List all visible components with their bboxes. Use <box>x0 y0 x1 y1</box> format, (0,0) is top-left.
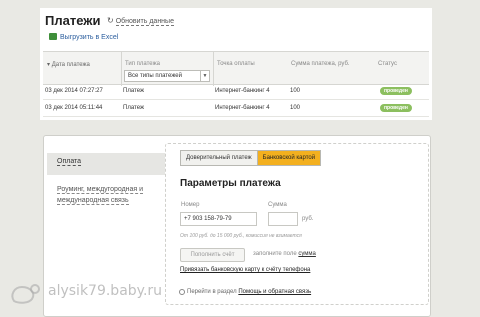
page-title: Платежи <box>45 13 101 28</box>
payment-tabs: Доверительный платеж Банковской картой <box>180 150 322 166</box>
help-link[interactable]: Помощь и обратная связь <box>238 289 311 295</box>
refresh-link[interactable]: ↻ Обновить данные <box>107 16 174 26</box>
column-header-type: Тип платежа <box>125 61 160 67</box>
payment-sidebar: Оплата Роуминг, междугородная и междунар… <box>47 149 166 299</box>
help-icon <box>179 289 185 295</box>
status-badge: проведен <box>380 87 412 95</box>
sum-field[interactable] <box>268 212 298 226</box>
payment-type-select[interactable]: Все типы платежей ▼ <box>124 70 210 82</box>
status-badge: проведен <box>380 104 412 112</box>
column-header-status: Статус <box>378 61 397 67</box>
table-header: ▾ Дата платежа Тип платежа Все типы плат… <box>43 51 429 86</box>
payments-section: Платежи ↻ Обновить данные Выгрузить в Exc… <box>40 8 432 120</box>
sidebar-item-roaming[interactable]: Роуминг, междугородная и международная с… <box>47 180 165 210</box>
sidebar-item-payment[interactable]: Оплата <box>47 153 165 175</box>
payment-type-select-value: Все типы платежей <box>128 73 182 79</box>
currency-label: руб. <box>302 216 314 222</box>
refresh-icon: ↻ <box>107 16 114 25</box>
help-section: Перейти в раздел Помощь и обратная связь <box>187 289 312 295</box>
row-point: Интернет-банкинг 4 <box>215 88 270 94</box>
top-up-button[interactable]: Пополнить счёт <box>180 248 245 262</box>
export-label: Выгрузить в Excel <box>60 34 119 41</box>
row-sum: 100 <box>290 105 301 111</box>
excel-icon <box>49 33 57 40</box>
sidebar-item-label: Оплата <box>57 158 82 166</box>
watermark-logo <box>11 284 40 304</box>
tab-bank-card[interactable]: Банковской картой <box>256 151 321 165</box>
bind-card-link[interactable]: Привязать банковскую карту к счёту телеф… <box>180 267 310 273</box>
row-type: Платеж <box>123 88 144 94</box>
phone-field[interactable]: +7 903 158-79-79 <box>180 212 257 226</box>
export-excel-link[interactable]: Выгрузить в Excel <box>49 33 118 41</box>
column-header-date[interactable]: ▾ Дата платежа <box>47 61 90 68</box>
chevron-down-icon: ▼ <box>200 71 209 81</box>
column-header-point: Точка оплаты <box>217 61 255 67</box>
sum-label: Сумма <box>268 202 287 208</box>
row-type: Платеж <box>123 105 144 111</box>
row-date: 03 дек 2014 07:27:27 <box>45 88 103 94</box>
sum-hint: От 100 руб. до 15 000 руб., комиссия не … <box>180 233 302 239</box>
form-title: Параметры платежа <box>180 178 281 189</box>
row-point: Интернет-банкинг 4 <box>215 105 270 111</box>
fill-note: заполните поле сумма <box>253 251 316 257</box>
table-row[interactable]: 03 дек 2014 05:11:44 Платеж Интернет-бан… <box>43 101 429 115</box>
row-sum: 100 <box>290 88 301 94</box>
tab-trust-payment[interactable]: Доверительный платеж <box>181 151 257 165</box>
refresh-label: Обновить данные <box>115 18 174 26</box>
row-date: 03 дек 2014 05:11:44 <box>45 105 103 111</box>
phone-label: Номер <box>181 202 200 208</box>
table-row[interactable]: 03 дек 2014 07:27:27 Платеж Интернет-бан… <box>43 84 429 98</box>
column-header-sum: Сумма платежа, руб. <box>291 61 350 67</box>
watermark-text: alysik79.baby.ru <box>48 283 163 299</box>
sidebar-item-label: Роуминг, междугородная и международная с… <box>57 186 144 205</box>
fill-field-link[interactable]: сумма <box>298 251 316 257</box>
